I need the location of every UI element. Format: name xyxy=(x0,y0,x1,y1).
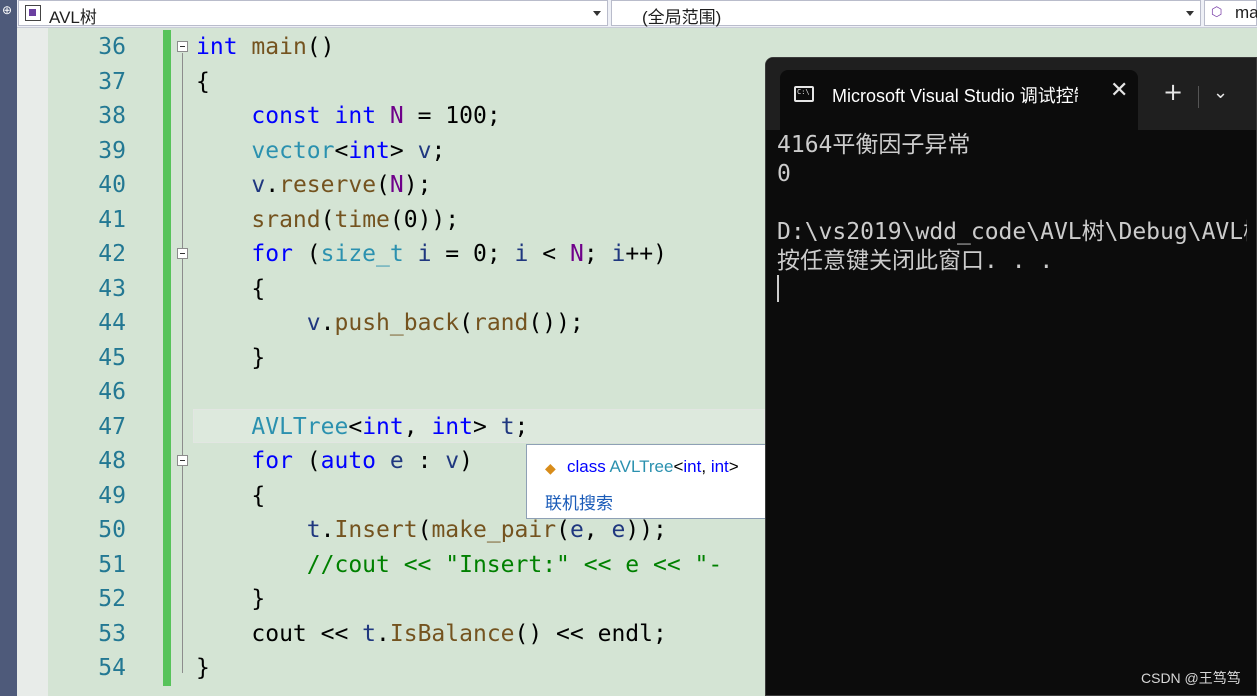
tooltip-signature: ◆ class AVLTree<int, int> xyxy=(545,457,739,476)
quick-info-tooltip: ◆ class AVLTree<int, int> 联机搜索 xyxy=(526,444,791,519)
project-icon xyxy=(25,5,41,21)
line-number: 38 xyxy=(98,103,126,129)
scope-combo-label: (全局范围) xyxy=(642,8,722,27)
line-number: 43 xyxy=(98,276,126,302)
collapse-icon[interactable] xyxy=(177,455,188,466)
console-output-line: D:\vs2019\wdd_code\AVL树\Debug\AVL树.exe xyxy=(777,219,1247,245)
terminal-tab[interactable]: Microsoft Visual Studio 调试控制台 ✕ xyxy=(780,70,1138,130)
code-line[interactable]: } xyxy=(196,651,210,685)
online-search-link[interactable]: 联机搜索 xyxy=(545,489,613,514)
code-line[interactable]: } xyxy=(196,341,265,375)
tooltip-keyword: class xyxy=(567,457,606,476)
class-icon: ◆ xyxy=(545,460,556,476)
line-number: 44 xyxy=(98,310,126,336)
line-number: 46 xyxy=(98,379,126,405)
project-combo-label: AVL树 xyxy=(49,8,97,27)
chevron-down-icon xyxy=(593,11,601,16)
new-tab-button[interactable]: + xyxy=(1163,78,1183,106)
console-icon xyxy=(794,86,814,102)
divider xyxy=(1198,86,1199,108)
change-tracking-bar xyxy=(163,30,171,686)
chevron-down-icon[interactable]: ⌄ xyxy=(1213,82,1228,103)
code-line[interactable]: { xyxy=(196,272,265,306)
code-line[interactable]: { xyxy=(196,65,210,99)
line-number: 48 xyxy=(98,448,126,474)
code-line[interactable]: v.push_back(rand()); xyxy=(196,306,584,340)
code-line[interactable]: } xyxy=(196,582,265,616)
member-combo-label: ma xyxy=(1235,3,1257,22)
code-line[interactable]: { xyxy=(196,479,265,513)
toolbox-icon: ⊕ xyxy=(2,3,13,17)
code-line[interactable]: vector<int> v; xyxy=(196,134,445,168)
line-number: 36 xyxy=(98,34,126,60)
project-combo[interactable]: AVL树 xyxy=(18,0,608,27)
tooltip-type: AVLTree xyxy=(609,457,674,476)
collapse-icon[interactable] xyxy=(177,41,188,52)
line-number: 50 xyxy=(98,517,126,543)
code-line[interactable]: cout << t.IsBalance() << endl; xyxy=(196,617,666,651)
collapse-icon[interactable] xyxy=(177,248,188,259)
glyph-margin xyxy=(17,28,48,696)
terminal-titlebar: Microsoft Visual Studio 调试控制台 ✕ + ⌄ xyxy=(766,58,1256,130)
code-line[interactable]: for (auto e : v) xyxy=(196,444,473,478)
console-output-line: 按任意键关闭此窗口. . . xyxy=(777,248,1054,274)
cube-icon: ⬡ xyxy=(1211,4,1223,19)
line-number: 42 xyxy=(98,241,126,267)
line-number: 40 xyxy=(98,172,126,198)
line-number: 39 xyxy=(98,138,126,164)
console-output-line: 4164平衡因子异常 xyxy=(777,132,971,158)
code-line[interactable]: v.reserve(N); xyxy=(196,168,431,202)
code-line[interactable]: AVLTree<int, int> t; xyxy=(196,410,528,444)
line-number: 51 xyxy=(98,552,126,578)
line-number: 45 xyxy=(98,345,126,371)
console-output-line: 0 xyxy=(777,161,791,187)
chevron-down-icon xyxy=(1186,11,1194,16)
watermark: CSDN @王笃笃 xyxy=(1141,670,1241,686)
code-line[interactable]: //cout << "Insert:" << e << "- xyxy=(196,548,722,582)
line-number: 49 xyxy=(98,483,126,509)
left-tool-strip: ⊕ xyxy=(0,0,17,696)
debug-console-window[interactable]: Microsoft Visual Studio 调试控制台 ✕ + ⌄ 4164… xyxy=(765,57,1257,696)
line-number: 37 xyxy=(98,69,126,95)
line-number: 53 xyxy=(98,621,126,647)
close-icon[interactable]: ✕ xyxy=(1110,78,1128,103)
scope-combo[interactable]: (全局范围) xyxy=(611,0,1201,27)
line-number: 47 xyxy=(98,414,126,440)
member-combo[interactable]: ⬡ ma xyxy=(1204,0,1257,26)
code-line[interactable]: int main() xyxy=(196,30,335,64)
code-line[interactable]: srand(time(0)); xyxy=(196,203,459,237)
line-number: 52 xyxy=(98,586,126,612)
line-number: 54 xyxy=(98,655,126,681)
code-line[interactable]: for (size_t i = 0; i < N; i++) xyxy=(196,237,667,271)
text-cursor xyxy=(777,275,779,302)
terminal-tab-title: Microsoft Visual Studio 调试控制台 xyxy=(832,86,1078,106)
code-line[interactable]: const int N = 100; xyxy=(196,99,500,133)
fold-guide xyxy=(182,53,183,673)
line-number: 41 xyxy=(98,207,126,233)
